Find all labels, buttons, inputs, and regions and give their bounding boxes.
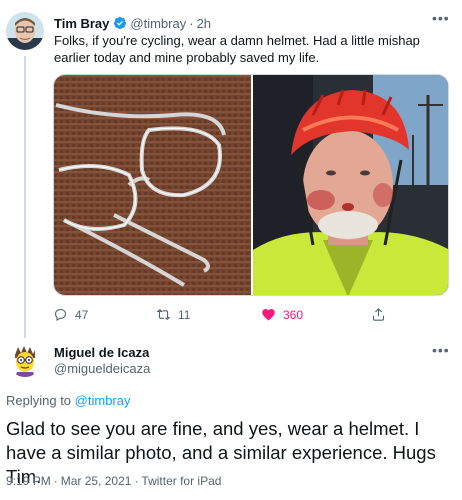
author-handle[interactable]: @migueldeicaza: [54, 361, 150, 376]
tweet-thread: Tim Bray @timbray · 2h ••• Folks, if you…: [0, 0, 462, 500]
tweet1-header: Tim Bray @timbray · 2h: [54, 14, 211, 32]
heart-filled-icon: [262, 309, 275, 321]
verified-badge-icon: [113, 16, 127, 30]
tweet-client-link[interactable]: Twitter for iPad: [141, 474, 221, 488]
replying-to-mention-link[interactable]: @timbray: [75, 393, 131, 408]
tweet1-action-bar: 47 11 360: [53, 307, 388, 325]
separator-dot: ·: [53, 474, 58, 488]
author-name[interactable]: Miguel de Icaza: [54, 345, 149, 360]
share-icon: [372, 308, 385, 321]
author-handle[interactable]: @timbray: [130, 16, 186, 31]
tweet-timestamp[interactable]: 2h: [197, 16, 211, 31]
tweet-time-link[interactable]: 9:19 PM: [6, 474, 51, 488]
retweet-button[interactable]: 11: [156, 307, 190, 322]
thread-connector-line: [24, 56, 26, 338]
tweet1-media: [53, 74, 449, 296]
more-options-icon[interactable]: •••: [432, 11, 449, 28]
separator-dot: ·: [189, 15, 194, 31]
tweet-date-link[interactable]: Mar 25, 2021: [61, 474, 132, 488]
tweet1-text: Folks, if you're cycling, wear a damn he…: [54, 33, 420, 65]
like-count: 360: [283, 307, 304, 322]
tweet2-metadata: 9:19 PM · Mar 25, 2021 · Twitter for iPad: [6, 474, 221, 488]
separator-dot: ·: [134, 474, 139, 488]
reply-icon: [54, 308, 67, 322]
bloodied-cyclist-selfie-photo[interactable]: [253, 75, 448, 295]
author-name[interactable]: Tim Bray: [54, 16, 109, 31]
share-button[interactable]: [371, 307, 386, 322]
avatar-tim-bray[interactable]: [6, 12, 44, 50]
more-options-icon[interactable]: •••: [432, 343, 449, 360]
avatar-miguel-de-icaza[interactable]: [8, 343, 42, 377]
retweet-count: 11: [178, 307, 191, 322]
reply-count: 47: [75, 307, 89, 322]
broken-glasses-photo[interactable]: [54, 75, 251, 295]
replying-to-line: Replying to @timbray: [6, 393, 131, 408]
like-button[interactable]: 360: [261, 307, 303, 322]
reply-button[interactable]: 47: [53, 307, 88, 322]
replying-to-label: Replying to: [6, 393, 72, 408]
retweet-icon: [156, 309, 171, 320]
